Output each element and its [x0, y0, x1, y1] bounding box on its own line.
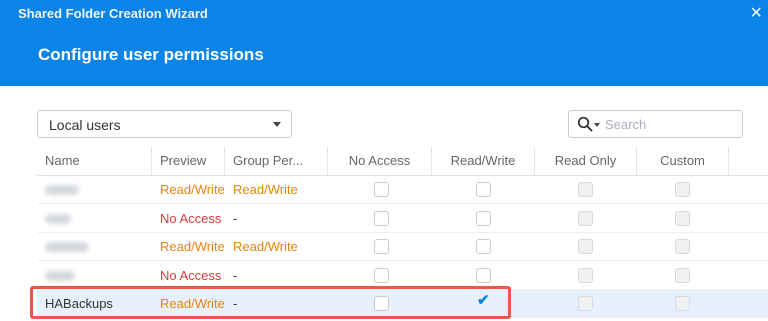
no-access-checkbox[interactable] [374, 239, 389, 254]
table-row[interactable]: Read/Write Read/Write [37, 233, 768, 261]
redacted-user-name [45, 213, 71, 224]
page-title: Configure user permissions [38, 45, 264, 64]
read-write-checkbox[interactable] [476, 267, 491, 283]
read-only-checkbox [578, 182, 593, 197]
close-icon[interactable]: × [750, 2, 762, 24]
highlight-box [30, 286, 511, 319]
no-access-checkbox[interactable] [374, 182, 389, 197]
custom-checkbox [675, 239, 690, 254]
column-header-no-access[interactable]: No Access [328, 147, 432, 175]
group-permission: - [233, 210, 238, 226]
read-only-checkbox [578, 296, 593, 311]
search-icon[interactable] [577, 116, 593, 132]
custom-checkbox [675, 210, 690, 226]
column-header-read-only[interactable]: Read Only [535, 147, 637, 175]
table-row[interactable]: No Access - [37, 205, 768, 233]
column-header-custom[interactable]: Custom [637, 147, 729, 175]
search-options-caret-icon[interactable] [594, 123, 600, 127]
custom-checkbox [675, 267, 690, 283]
search-input[interactable] [605, 115, 735, 133]
search-box[interactable] [568, 110, 743, 138]
no-access-checkbox[interactable] [374, 267, 389, 283]
no-access-checkbox[interactable] [374, 210, 389, 226]
column-header-group-permissions[interactable]: Group Per... [225, 147, 328, 175]
redacted-user-name [45, 242, 89, 252]
preview-permission: Read/Write [160, 182, 224, 197]
wizard-title: Shared Folder Creation Wizard [18, 6, 208, 21]
group-permission: Read/Write [233, 182, 298, 197]
preview-permission: Read/Write [160, 239, 224, 254]
column-header-name[interactable]: Name [37, 147, 152, 175]
group-permission: Read/Write [233, 239, 298, 254]
chevron-down-icon [273, 122, 281, 127]
read-write-checkbox[interactable] [476, 239, 491, 254]
wizard-header: Shared Folder Creation Wizard × Configur… [0, 0, 768, 86]
read-write-checkbox[interactable] [476, 182, 491, 197]
preview-permission: No Access [160, 210, 222, 226]
user-type-select-value: Local users [49, 117, 121, 133]
read-only-checkbox [578, 239, 593, 254]
read-write-checkbox[interactable] [476, 210, 491, 226]
custom-checkbox [675, 296, 690, 311]
redacted-user-name [45, 185, 79, 195]
column-header-preview[interactable]: Preview [152, 147, 225, 175]
custom-checkbox [675, 182, 690, 197]
redacted-user-name [45, 270, 75, 281]
read-only-checkbox [578, 210, 593, 226]
read-only-checkbox [578, 267, 593, 283]
user-type-select[interactable]: Local users [37, 110, 292, 138]
table-row[interactable]: Read/Write Read/Write [37, 176, 768, 204]
column-header-read-write[interactable]: Read/Write [432, 147, 535, 175]
